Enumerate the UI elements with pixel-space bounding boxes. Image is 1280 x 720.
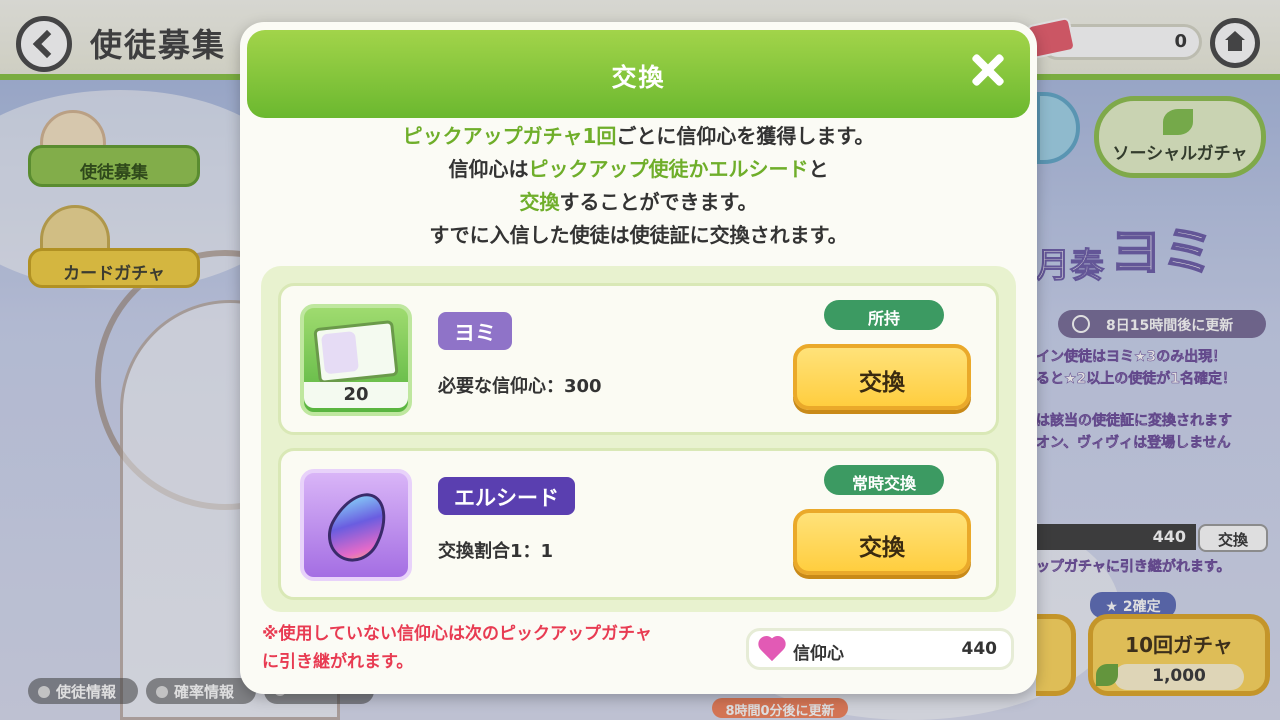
gem-icon	[318, 483, 398, 571]
exchange-dialog: 交換 ピックアップガチャ1回ごとに信仰心を獲得します。 信仰心はピックアップ使徒…	[240, 22, 1037, 694]
item-name: ヨミ	[438, 312, 512, 350]
faith-value: 440	[961, 639, 998, 659]
exchange-list: 20 ヨミ 必要な信仰心：300 所持 交換 エルシード 交換割合1：1 常時交…	[261, 266, 1016, 612]
status-badge: 所持	[824, 300, 944, 330]
dialog-description: ピックアップガチャ1回ごとに信仰心を獲得します。 信仰心はピックアップ使徒かエル…	[402, 124, 875, 247]
list-item: 20 ヨミ 必要な信仰心：300 所持 交換	[278, 283, 999, 435]
exchange-button[interactable]: 交換	[793, 509, 971, 575]
list-item: エルシード 交換割合1：1 常時交換 交換	[278, 448, 999, 600]
card-icon	[313, 319, 399, 385]
carry-over-warning: ※使用していない信仰心は次のピックアップガチャ に引き継がれます。	[262, 624, 652, 672]
close-icon[interactable]	[968, 50, 1008, 90]
elseed-icon	[300, 469, 412, 581]
exchange-button[interactable]: 交換	[793, 344, 971, 410]
heart-icon	[761, 637, 789, 663]
dialog-header: 交換	[247, 30, 1030, 118]
faith-balance: 信仰心 440	[746, 628, 1014, 670]
item-detail: 交換割合1：1	[438, 541, 554, 562]
faith-label: 信仰心	[793, 644, 844, 664]
item-count: 20	[304, 382, 408, 408]
item-detail: 必要な信仰心：300	[438, 376, 602, 397]
dialog-title: 交換	[611, 63, 666, 92]
apostle-certificate-icon: 20	[300, 304, 412, 416]
status-badge: 常時交換	[824, 465, 944, 495]
item-name: エルシード	[438, 477, 575, 515]
